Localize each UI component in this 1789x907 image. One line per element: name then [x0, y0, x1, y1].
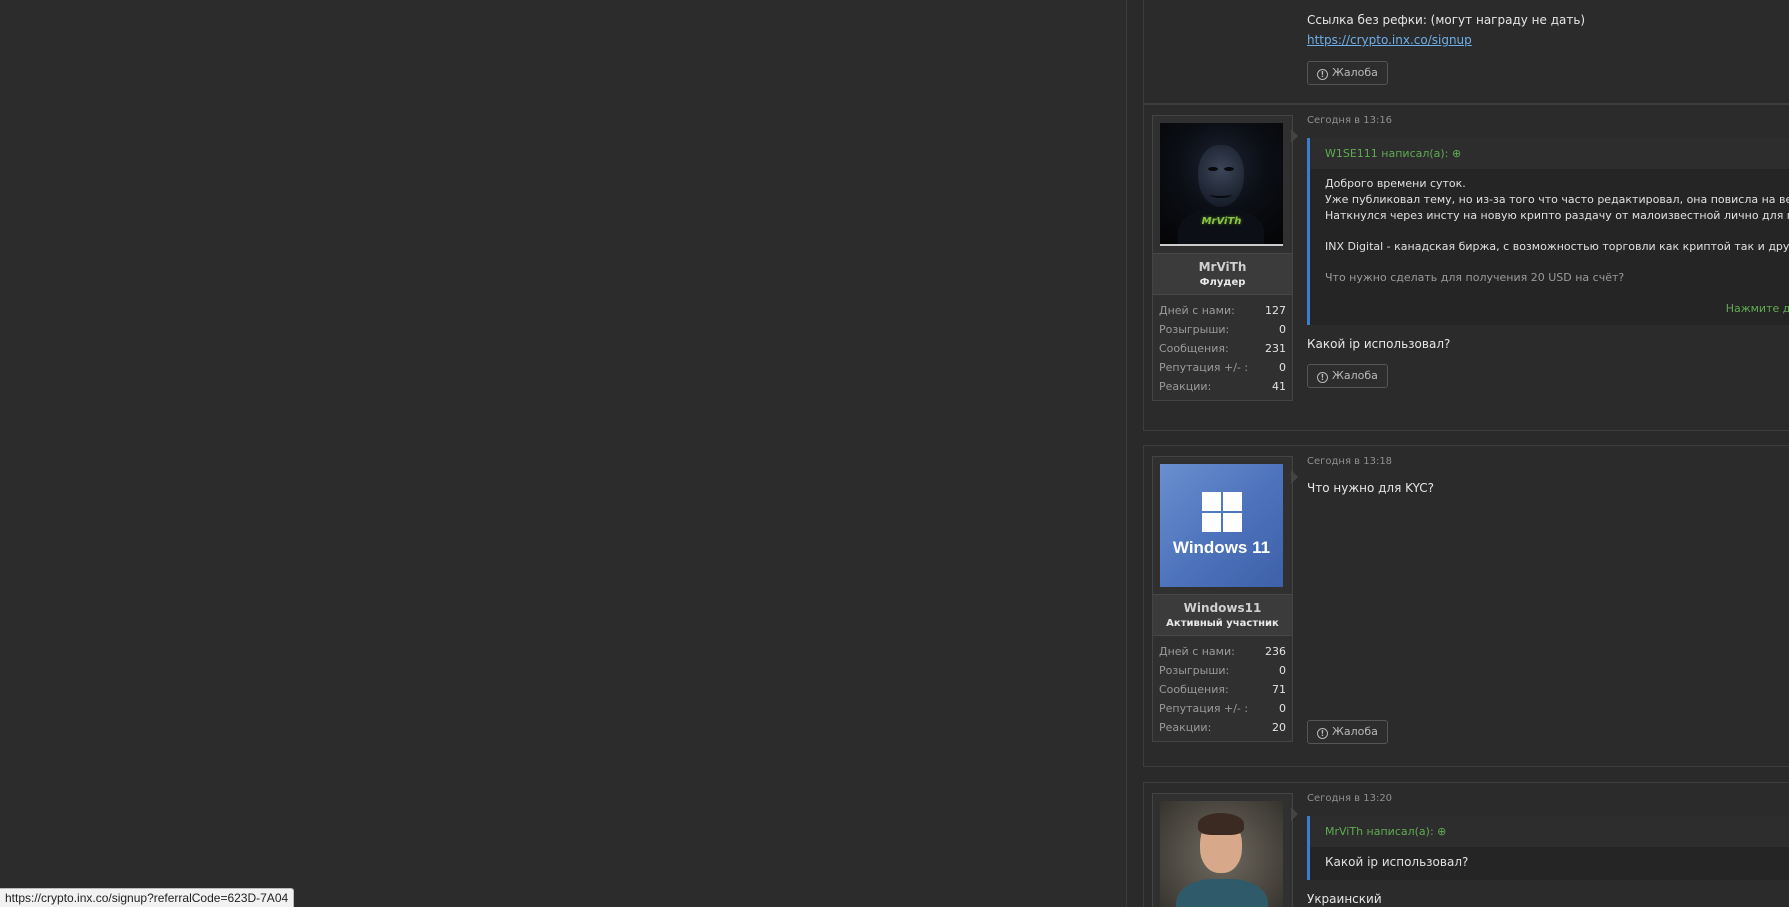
alert-circle-icon: ! — [1317, 372, 1328, 383]
stat-value: 20 — [1272, 721, 1286, 734]
report-label: Жалоба — [1332, 725, 1378, 738]
stat-label: Розыгрыши: — [1159, 323, 1230, 336]
stat-value: 127 — [1265, 304, 1286, 317]
report-label: Жалоба — [1332, 66, 1378, 79]
stat-label: Дней с нами: — [1159, 645, 1235, 658]
post-timestamp[interactable]: Сегодня в 13:16 — [1307, 115, 1789, 126]
stat-value: 0 — [1279, 323, 1286, 336]
quote-author[interactable]: W1SE111 написал(а): ⊕ — [1310, 138, 1789, 169]
post-text: Какой ip использовал? — [1307, 337, 1451, 351]
stat-value: 0 — [1279, 702, 1286, 715]
post-text: Украинский — [1307, 892, 1382, 906]
report-button[interactable]: ! Жалоба — [1307, 61, 1388, 85]
user-stats: Дней с нами: 236 Розыгрыши: 0 Сообщения: 71… — [1153, 636, 1292, 741]
quote-body: Какой ip использовал? — [1310, 847, 1789, 880]
quote-body: Доброго времени суток. Уже публиковал те… — [1310, 169, 1789, 296]
post: Сегодня в 13:20 MrViTh написал(а): ⊕ Как… — [1143, 782, 1789, 907]
windows-logo-icon — [1202, 492, 1242, 532]
post-timestamp[interactable]: Сегодня в 13:18 — [1307, 456, 1789, 467]
stat-value: 41 — [1272, 380, 1286, 393]
user-stats: Дней с нами: 127 Розыгрыши: 0 Сообщения: 23… — [1153, 295, 1292, 400]
username[interactable]: MrViTh — [1153, 260, 1292, 274]
post-text: Что нужно для KYC? — [1307, 481, 1434, 495]
user-card: Windows 11 Windows11 Активный участник Д… — [1152, 456, 1293, 742]
post: MrViTh MrViTh Флудер Дней с нами: 127 Роз… — [1143, 104, 1789, 431]
quote-block: MrViTh написал(а): ⊕ Какой ip использова… — [1307, 816, 1789, 880]
signup-link[interactable]: https://crypto.inx.co/signup — [1307, 33, 1472, 47]
stat-label: Сообщения: — [1159, 342, 1229, 355]
stat-label: Розыгрыши: — [1159, 664, 1230, 677]
stat-label: Реакции: — [1159, 721, 1212, 734]
avatar[interactable]: Windows 11 — [1160, 464, 1283, 587]
avatar-caption: MrViTh — [1201, 216, 1242, 227]
stat-label: Реакции: — [1159, 380, 1212, 393]
report-button[interactable]: ! Жалоба — [1307, 720, 1388, 744]
stat-label: Дней с нами: — [1159, 304, 1235, 317]
status-bar-url: https://crypto.inx.co/signup?referralCod… — [0, 888, 295, 907]
user-card — [1152, 793, 1293, 907]
avatar[interactable] — [1160, 801, 1283, 907]
quote-expand-link[interactable]: Нажмите для — [1310, 296, 1789, 325]
empty-left-area — [0, 0, 1126, 907]
avatar[interactable]: MrViTh — [1160, 123, 1283, 246]
stat-value: 231 — [1265, 342, 1286, 355]
arrow-up-circle-icon[interactable]: ⊕ — [1452, 147, 1461, 160]
alert-circle-icon: ! — [1317, 69, 1328, 80]
avatar-caption: Windows 11 — [1172, 538, 1271, 557]
stat-value: 71 — [1272, 683, 1286, 696]
user-rank: Активный участник — [1166, 618, 1279, 629]
thread-content: Ссылка без рефки: (могут награду не дать… — [1126, 0, 1789, 907]
username[interactable]: Windows11 — [1153, 601, 1292, 615]
stat-label: Сообщения: — [1159, 683, 1229, 696]
stat-label: Репутация +/- : — [1159, 361, 1249, 374]
stat-value: 0 — [1279, 664, 1286, 677]
alert-circle-icon: ! — [1317, 728, 1328, 739]
user-rank: Флудер — [1199, 277, 1246, 288]
quote-block: W1SE111 написал(а): ⊕ Доброго времени су… — [1307, 138, 1789, 325]
arrow-up-circle-icon[interactable]: ⊕ — [1437, 825, 1446, 838]
stat-value: 0 — [1279, 361, 1286, 374]
stat-value: 236 — [1265, 645, 1286, 658]
post: Windows 11 Windows11 Активный участник Д… — [1143, 445, 1789, 767]
post: Ссылка без рефки: (могут награду не дать… — [1143, 0, 1789, 104]
user-card: MrViTh MrViTh Флудер Дней с нами: 127 Роз… — [1152, 115, 1293, 401]
quote-author[interactable]: MrViTh написал(а): ⊕ — [1310, 816, 1789, 847]
report-button[interactable]: ! Жалоба — [1307, 364, 1388, 388]
post-text: Ссылка без рефки: (могут награду не дать… — [1307, 13, 1586, 27]
post-timestamp[interactable]: Сегодня в 13:20 — [1307, 793, 1789, 804]
stat-label: Репутация +/- : — [1159, 702, 1249, 715]
report-label: Жалоба — [1332, 369, 1378, 382]
